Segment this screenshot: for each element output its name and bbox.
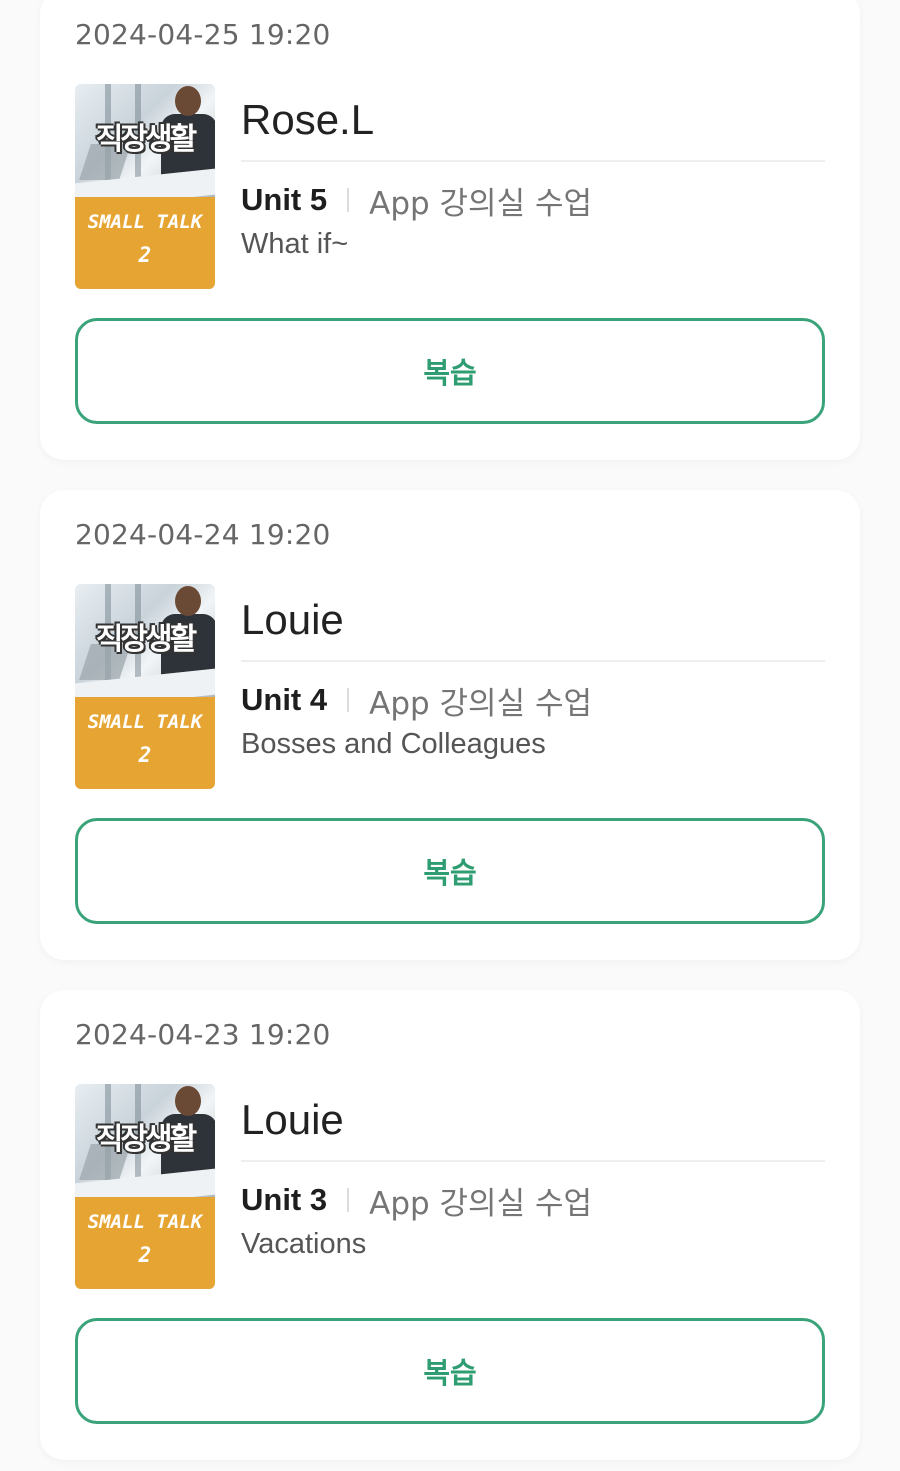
course-type: App 강의실 수업	[369, 185, 592, 222]
review-button[interactable]: 복습	[75, 818, 825, 924]
course-thumbnail: 직장생활 SMALL TALK 2	[75, 1084, 215, 1289]
lesson-title: Vacations	[241, 1228, 367, 1260]
unit-separator	[347, 1188, 350, 1212]
lesson-date: 2024-04-24 19:20	[75, 518, 331, 551]
unit-row: Unit 5 App 강의실 수업	[241, 180, 592, 222]
thumbnail-number: 2	[138, 743, 152, 767]
lesson-title: Bosses and Colleagues	[241, 728, 546, 760]
tutor-name: Rose.L	[241, 96, 375, 143]
thumbnail-subtitle: SMALL TALK	[87, 1211, 203, 1233]
tutor-name: Louie	[241, 596, 344, 643]
lesson-card: 2024-04-25 19:20 직장생활 SMALL TALK 2 Rose.…	[40, 0, 860, 460]
divider	[241, 660, 825, 662]
thumbnail-title: 직장생활	[95, 122, 197, 157]
thumbnail-band: SMALL TALK 2	[75, 1197, 215, 1289]
lesson-title: What if~	[241, 228, 349, 260]
review-button-label: 복습	[423, 856, 477, 890]
unit-row: Unit 3 App 강의실 수업	[241, 1180, 592, 1222]
unit-separator	[347, 188, 350, 212]
review-button-label: 복습	[423, 356, 477, 390]
unit-label: Unit 3	[241, 1182, 328, 1217]
review-button[interactable]: 복습	[75, 318, 825, 424]
divider	[241, 1160, 825, 1162]
lesson-date: 2024-04-25 19:20	[75, 18, 331, 51]
unit-row: Unit 4 App 강의실 수업	[241, 680, 592, 722]
thumbnail-band: SMALL TALK 2	[75, 197, 215, 289]
thumbnail-title: 직장생활	[95, 622, 197, 657]
thumbnail-title: 직장생활	[95, 1122, 197, 1157]
thumbnail-number: 2	[138, 1243, 152, 1267]
unit-separator	[347, 688, 350, 712]
unit-label: Unit 4	[241, 682, 328, 717]
thumbnail-subtitle: SMALL TALK	[87, 711, 203, 733]
tutor-name: Louie	[241, 1096, 344, 1143]
unit-label: Unit 5	[241, 182, 328, 217]
lesson-card: 2024-04-24 19:20 직장생활 SMALL TALK 2 Louie…	[40, 490, 860, 960]
lesson-card: 2024-04-23 19:20 직장생활 SMALL TALK 2 Louie…	[40, 990, 860, 1460]
divider	[241, 160, 825, 162]
course-thumbnail: 직장생활 SMALL TALK 2	[75, 84, 215, 289]
course-type: App 강의실 수업	[369, 1185, 592, 1222]
lesson-date: 2024-04-23 19:20	[75, 1018, 331, 1051]
thumbnail-number: 2	[138, 243, 152, 267]
thumbnail-band: SMALL TALK 2	[75, 697, 215, 789]
thumbnail-subtitle: SMALL TALK	[87, 211, 203, 233]
review-button[interactable]: 복습	[75, 1318, 825, 1424]
course-type: App 강의실 수업	[369, 685, 592, 722]
review-button-label: 복습	[423, 1356, 477, 1390]
course-thumbnail: 직장생활 SMALL TALK 2	[75, 584, 215, 789]
